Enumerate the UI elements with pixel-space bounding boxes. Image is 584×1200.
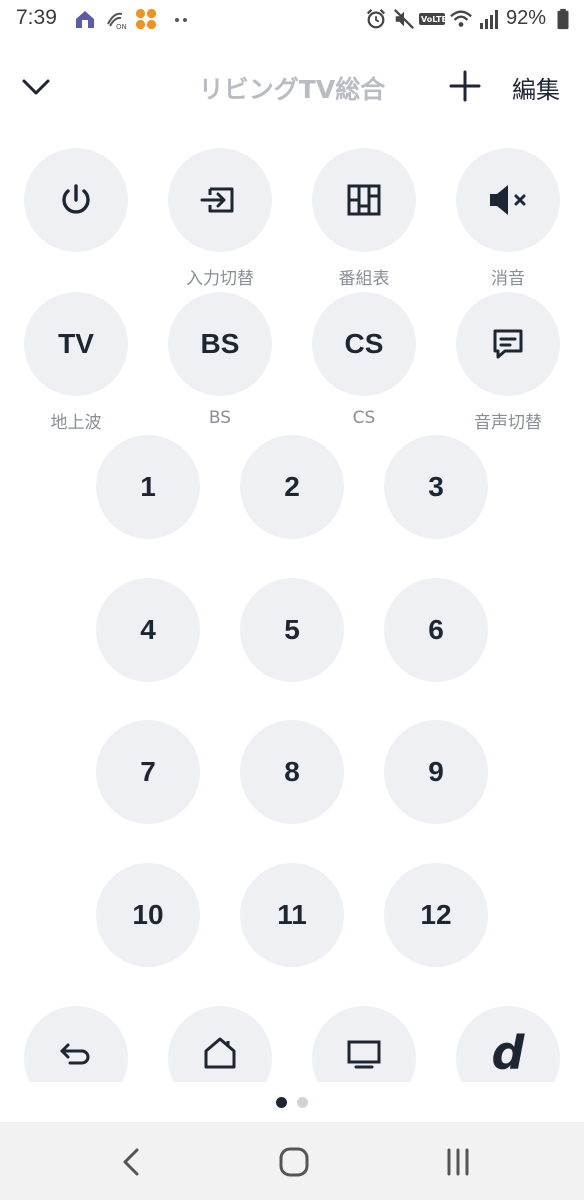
number-key-text: 8 [284, 756, 300, 787]
cs-button-text: CS [344, 328, 384, 359]
d-button-text: d [491, 1026, 525, 1080]
cs-button[interactable]: CS [312, 292, 416, 396]
remote-panel: 入力切替 番組表 消音 TV BS CS 地上波 BS CS 音声切替 1 2 … [0, 120, 584, 1082]
signal-icon [480, 10, 498, 29]
number-key-text: 6 [428, 614, 444, 645]
terrestrial-tv-button[interactable]: TV [24, 292, 128, 396]
tv-button-text: TV [58, 328, 94, 359]
mute-icon [490, 185, 526, 215]
nav-recents-icon[interactable] [438, 1142, 478, 1182]
number-key-text: 12 [420, 899, 452, 930]
battery-icon [557, 8, 569, 30]
speech-bubble-icon [493, 329, 523, 359]
number-key-text: 9 [428, 756, 444, 787]
tv-screen-icon [347, 1040, 381, 1069]
power-icon [62, 184, 90, 214]
number-key-text: 1 [140, 471, 156, 502]
wifi-icon [450, 10, 472, 27]
number-key-11[interactable]: 11 [240, 863, 344, 967]
number-key-9[interactable]: 9 [384, 720, 488, 824]
header-bar: リビングTV総合 編集 [0, 58, 584, 114]
mute-icon [394, 9, 414, 29]
nav-back-icon[interactable] [112, 1142, 152, 1182]
number-key-text: 11 [277, 899, 307, 930]
program-guide-icon [347, 184, 381, 216]
number-key-3[interactable]: 3 [384, 435, 488, 539]
app-grid-icon [135, 8, 157, 30]
alarm-icon [366, 9, 386, 29]
number-key-text: 2 [284, 471, 300, 502]
audio-switch-button[interactable] [456, 292, 560, 396]
more-dots-icon [175, 18, 187, 22]
number-key-8[interactable]: 8 [240, 720, 344, 824]
number-key-text: 5 [284, 614, 300, 645]
back-button[interactable] [24, 1006, 128, 1082]
return-icon [60, 1043, 90, 1065]
nfc-icon: ON [107, 12, 127, 30]
input-switch-button[interactable] [168, 148, 272, 252]
number-key-text: 4 [140, 614, 156, 645]
system-nav-bar [0, 1122, 584, 1200]
audio-switch-label: 音声切替 [474, 413, 542, 433]
terrestrial-label: 地上波 [50, 413, 102, 433]
number-key-4[interactable]: 4 [96, 578, 200, 682]
bs-button[interactable]: BS [168, 292, 272, 396]
bs-label: BS [208, 408, 232, 428]
d-button[interactable]: d [456, 1006, 560, 1082]
mute-label: 消音 [491, 269, 525, 289]
status-time: 7:39 [16, 6, 57, 29]
power-button[interactable] [24, 148, 128, 252]
number-key-text: 7 [140, 756, 156, 787]
status-bar: 7:39 ON VoLTE 92% [0, 0, 584, 40]
page-title: リビングTV総合 [198, 75, 386, 104]
number-key-7[interactable]: 7 [96, 720, 200, 824]
page-dot-inactive [297, 1097, 308, 1108]
svg-text:ON: ON [116, 23, 127, 30]
number-key-5[interactable]: 5 [240, 578, 344, 682]
number-key-text: 10 [132, 899, 164, 930]
mute-button[interactable] [456, 148, 560, 252]
program-guide-label: 番組表 [338, 269, 390, 289]
number-key-1[interactable]: 1 [96, 435, 200, 539]
number-key-text: 3 [428, 471, 444, 502]
svg-text:VoLTE: VoLTE [421, 15, 446, 24]
input-switch-icon [200, 187, 234, 213]
page-dot-active [276, 1097, 287, 1108]
edit-button[interactable]: 編集 [512, 70, 560, 105]
number-key-6[interactable]: 6 [384, 578, 488, 682]
cs-label: CS [352, 408, 376, 428]
input-switch-label: 入力切替 [186, 269, 254, 289]
home-icon [204, 1037, 236, 1069]
bs-button-text: BS [200, 328, 240, 359]
number-key-10[interactable]: 10 [96, 863, 200, 967]
battery-percent: 92% [506, 7, 547, 29]
home-icon [76, 11, 94, 28]
tv-screen-button[interactable] [312, 1006, 416, 1082]
nav-home-icon[interactable] [274, 1142, 314, 1182]
number-key-12[interactable]: 12 [384, 863, 488, 967]
number-key-2[interactable]: 2 [240, 435, 344, 539]
volte-icon: VoLTE [419, 13, 446, 25]
add-icon[interactable] [446, 66, 484, 106]
program-guide-button[interactable] [312, 148, 416, 252]
home-button[interactable] [168, 1006, 272, 1082]
